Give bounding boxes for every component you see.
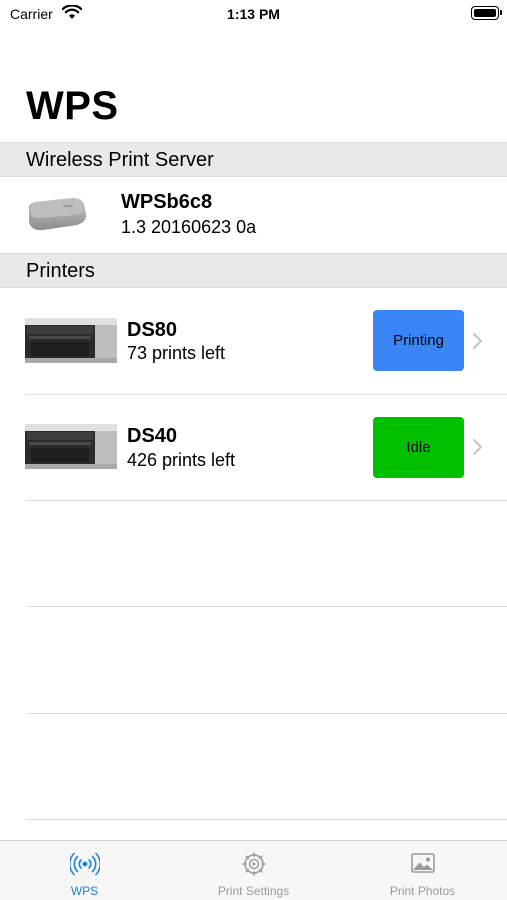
printer-image — [25, 318, 117, 363]
server-name: WPSb6c8 — [121, 191, 213, 213]
printer-prints-left: 426 prints left — [127, 450, 236, 470]
chevron-right-icon — [473, 333, 482, 349]
row-separator — [26, 500, 507, 501]
section-title-printers: Printers — [26, 260, 95, 282]
chevron-right-icon — [473, 439, 482, 455]
printer-status-button[interactable]: Idle — [373, 417, 464, 478]
page-title: WPS — [26, 84, 119, 128]
printer-status-button[interactable]: Printing — [373, 310, 464, 371]
section-title-server: Wireless Print Server — [26, 149, 214, 171]
row-separator — [26, 819, 507, 820]
tab-label: WPS — [70, 884, 99, 898]
tab-wps[interactable]: WPS — [0, 841, 169, 900]
section-header-printers: Printers — [0, 253, 507, 288]
tab-print-photos[interactable]: Print Photos — [338, 841, 507, 900]
printer-image — [25, 424, 117, 469]
server-version: 1.3 20160623 0a — [121, 217, 257, 237]
clock: 1:13 PM — [227, 6, 280, 22]
settings-gear-icon — [241, 852, 266, 876]
tab-bar: WPS Print Settings Print Photos — [0, 840, 507, 900]
tab-label: Print Photos — [389, 884, 456, 898]
wireless-icon — [69, 852, 100, 876]
printer-prints-left: 73 prints left — [127, 343, 226, 363]
battery-icon — [471, 6, 502, 20]
row-separator — [26, 606, 507, 607]
wireless-server-device-icon — [28, 197, 87, 231]
tab-print-settings[interactable]: Print Settings — [169, 841, 338, 900]
printer-name: DS40 — [127, 425, 178, 447]
tab-label: Print Settings — [217, 884, 290, 898]
printer-name: DS80 — [127, 319, 178, 341]
section-header-server: Wireless Print Server — [0, 142, 507, 177]
status-bar: Carrier 1:13 PM — [0, 0, 507, 28]
photo-icon — [410, 853, 435, 873]
row-separator — [26, 713, 507, 714]
